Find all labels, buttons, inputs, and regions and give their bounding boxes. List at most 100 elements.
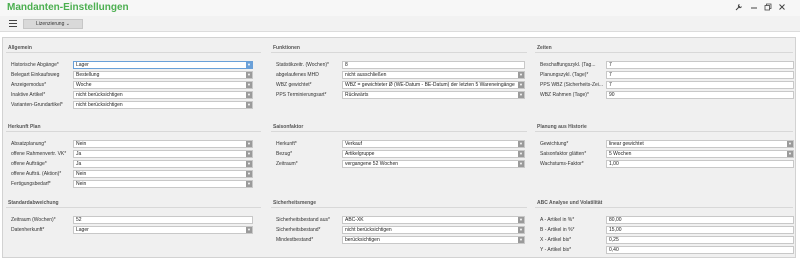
section-herkunft-plan: Herkunft Plan Absatzplanung* Nein ▼ offene R…	[6, 124, 261, 204]
wrench-icon[interactable]	[734, 3, 744, 14]
dropdown-arrow-icon[interactable]: ▼	[518, 217, 524, 223]
select-field[interactable]: Rückwärts ▼	[342, 91, 525, 99]
select-field[interactable]: Nein ▼	[73, 170, 253, 178]
text-field[interactable]: 15,00	[606, 226, 794, 234]
restore-icon[interactable]	[763, 3, 773, 14]
text-field[interactable]: 1,00	[606, 160, 794, 168]
select-field[interactable]: nicht ausschließen ▼	[342, 71, 525, 79]
select-field[interactable]: Lager ▼	[73, 61, 253, 69]
dropdown-arrow-icon[interactable]: ▼	[518, 151, 524, 157]
field-value: nicht ausschließen	[345, 72, 387, 78]
select-field[interactable]: 5 Wochen ▼	[606, 150, 794, 158]
text-field[interactable]: 52	[73, 216, 253, 224]
field-value: nicht berücksichtigen	[345, 227, 392, 233]
dropdown-arrow-icon[interactable]: ▼	[787, 151, 793, 157]
select-field[interactable]: WBZ = gewichteter Ø (WE-Datum - BE-Datum…	[342, 81, 525, 89]
dropdown-arrow-icon[interactable]: ▼	[246, 161, 252, 167]
select-field[interactable]: Ja ▼	[73, 160, 253, 168]
dropdown-arrow-icon[interactable]: ▼	[787, 141, 793, 147]
dropdown-arrow-icon[interactable]: ▼	[518, 92, 524, 98]
dropdown-arrow-icon[interactable]: ▼	[518, 161, 524, 167]
dropdown-arrow-icon[interactable]: ▼	[246, 141, 252, 147]
select-field[interactable]: linear gewichtet ▼	[606, 140, 794, 148]
form-row: offene Aufträ. (Aktion)* Nein ▼	[11, 170, 253, 178]
dropdown-arrow-icon[interactable]: ▼	[246, 62, 252, 68]
form-row: Beschaffungszykl. (Tag... 7	[540, 61, 794, 69]
select-field[interactable]: Nein ▼	[73, 180, 253, 188]
section-standardabweichung: Standardabweichung Zeitraum (Wochen)* 52 Da…	[6, 200, 261, 256]
field-value: WBZ = gewichteter Ø (WE-Datum - BE-Datum…	[345, 82, 515, 88]
field-label: PPS WBZ (Sicherheits-Zei...	[540, 82, 604, 88]
text-field[interactable]: 80,00	[606, 216, 794, 224]
license-button[interactable]: Lizenzierung ⌄	[23, 19, 83, 29]
field-value: Bestellung	[76, 72, 100, 78]
field-label: Saisonfaktor glätten*	[540, 151, 587, 157]
dropdown-arrow-icon[interactable]: ▼	[246, 82, 252, 88]
text-field[interactable]: 7	[606, 81, 794, 89]
field-label: Historische Abgänge*	[11, 62, 59, 68]
dropdown-arrow-icon[interactable]: ▼	[518, 141, 524, 147]
field-label: offene Aufträ. (Aktion)*	[11, 171, 62, 177]
dropdown-arrow-icon[interactable]: ▼	[246, 102, 252, 108]
dropdown-arrow-icon[interactable]: ▼	[246, 92, 252, 98]
field-value: vergangene 52 Wochen	[345, 161, 399, 167]
select-field[interactable]: Lager ▼	[73, 226, 253, 234]
dropdown-arrow-icon[interactable]: ▼	[518, 237, 524, 243]
select-field[interactable]: nicht berücksichtigen ▼	[73, 91, 253, 99]
select-field[interactable]: berücksichtigen ▼	[342, 236, 525, 244]
minimize-icon[interactable]	[749, 3, 759, 14]
select-field[interactable]: Artikelgruppe ▼	[342, 150, 525, 158]
field-value: Ja	[76, 161, 82, 167]
text-field[interactable]: 0,25	[606, 236, 794, 244]
select-field[interactable]: Bestellung ▼	[73, 71, 253, 79]
form-row: PPS Terminierungsart* Rückwärts ▼	[276, 91, 525, 99]
field-value: 7	[609, 82, 612, 88]
section-divider	[535, 207, 793, 208]
text-field[interactable]: 7	[606, 71, 794, 79]
field-label: Wachstums-Faktor*	[540, 161, 584, 167]
field-label: B - Artikel in %*	[540, 227, 575, 233]
dropdown-arrow-icon[interactable]: ▼	[246, 181, 252, 187]
dropdown-arrow-icon[interactable]: ▼	[518, 82, 524, 88]
menu-icon[interactable]	[9, 20, 17, 27]
field-value: 15,00	[609, 227, 622, 233]
field-value: Nein	[76, 141, 87, 147]
field-label: Herkunft*	[276, 141, 297, 147]
dropdown-arrow-icon[interactable]: ▼	[246, 227, 252, 233]
form-row: Zeitraum* vergangene 52 Wochen ▼	[276, 160, 525, 168]
field-value: 52	[76, 217, 82, 223]
text-field[interactable]: 90	[606, 91, 794, 99]
form-row: Sicherheitsbestand aus* ABC-XK ▼	[276, 216, 525, 224]
field-value: Nein	[76, 181, 87, 187]
form-row: Absatzplanung* Nein ▼	[11, 140, 253, 148]
select-field[interactable]: ABC-XK ▼	[342, 216, 525, 224]
text-field[interactable]: 0,40	[606, 246, 794, 254]
section-title: Sicherheitsmenge	[273, 200, 317, 206]
select-field[interactable]: vergangene 52 Wochen ▼	[342, 160, 525, 168]
field-label: WBZ gewichtet*	[276, 82, 312, 88]
field-label: WBZ Rahmen (Tage)*	[540, 92, 589, 98]
form-row: Sicherheitsbestand* nicht berücksichtigen…	[276, 226, 525, 234]
dropdown-arrow-icon[interactable]: ▼	[518, 227, 524, 233]
dropdown-arrow-icon[interactable]: ▼	[246, 72, 252, 78]
select-field[interactable]: nicht berücksichtigen ▼	[73, 101, 253, 109]
dropdown-arrow-icon[interactable]: ▼	[246, 151, 252, 157]
section-allgemein: Allgemein Historische Abgänge* Lager ▼ Beleg…	[6, 45, 261, 125]
select-field[interactable]: Nein ▼	[73, 140, 253, 148]
form-row: Y - Artikel bis* 0,40	[540, 246, 794, 254]
select-field[interactable]: Verkauf ▼	[342, 140, 525, 148]
dropdown-arrow-icon[interactable]: ▼	[246, 171, 252, 177]
settings-panel: Allgemein Historische Abgänge* Lager ▼ Beleg…	[2, 37, 796, 258]
field-label: offene Aufträge*	[11, 161, 47, 167]
select-field[interactable]: Ja ▼	[73, 150, 253, 158]
field-value: 8	[345, 62, 348, 68]
close-icon[interactable]	[777, 3, 787, 14]
text-field[interactable]: 7	[606, 61, 794, 69]
select-field[interactable]: nicht berücksichtigen ▼	[342, 226, 525, 234]
form-row: Varianten-Grundartikel* nicht berücksicht…	[11, 101, 253, 109]
select-field[interactable]: Woche ▼	[73, 81, 253, 89]
field-value: Lager	[76, 227, 89, 233]
section-title: Zeiten	[537, 45, 552, 51]
dropdown-arrow-icon[interactable]: ▼	[518, 72, 524, 78]
text-field[interactable]: 8	[342, 61, 525, 69]
